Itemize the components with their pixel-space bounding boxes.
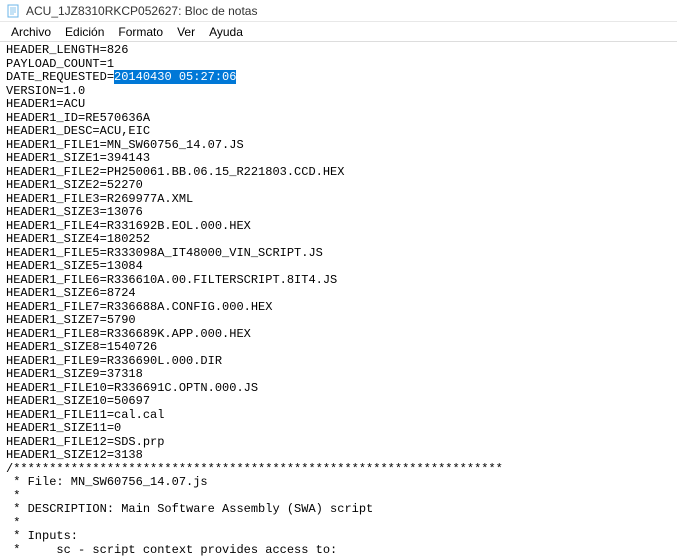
editor-line: HEADER1_SIZE10=50697 <box>6 395 671 409</box>
editor-line: * File: MN_SW60756_14.07.js <box>6 476 671 490</box>
window-title: ACU_1JZ8310RKCP052627: Bloc de notas <box>26 4 257 18</box>
editor-line: HEADER1_FILE4=R331692B.EOL.000.HEX <box>6 220 671 234</box>
editor-line: PAYLOAD_COUNT=1 <box>6 58 671 72</box>
editor-line: * <box>6 490 671 504</box>
menu-formato[interactable]: Formato <box>111 24 170 39</box>
editor-line: DATE_REQUESTED=20140430 05:27:06 <box>6 71 671 85</box>
editor-line: HEADER1_FILE12=SDS.prp <box>6 436 671 450</box>
editor-line: HEADER1_FILE10=R336691C.OPTN.000.JS <box>6 382 671 396</box>
editor-line: HEADER1_SIZE4=180252 <box>6 233 671 247</box>
selected-text: 20140430 05:27:06 <box>114 70 236 84</box>
editor-line: HEADER1_FILE1=MN_SW60756_14.07.JS <box>6 139 671 153</box>
editor-line: HEADER1_FILE3=R269977A.XML <box>6 193 671 207</box>
editor-line: HEADER1_SIZE6=8724 <box>6 287 671 301</box>
editor-line: HEADER1_FILE11=cal.cal <box>6 409 671 423</box>
editor-line: * sc - script context provides access to… <box>6 544 671 558</box>
editor-line: HEADER1_FILE2=PH250061.BB.06.15_R221803.… <box>6 166 671 180</box>
notepad-icon <box>6 4 20 18</box>
menubar: Archivo Edición Formato Ver Ayuda <box>0 22 677 42</box>
editor-line: HEADER1_SIZE8=1540726 <box>6 341 671 355</box>
editor-line: HEADER1_DESC=ACU,EIC <box>6 125 671 139</box>
editor-content[interactable]: HEADER_LENGTH=826PAYLOAD_COUNT=1DATE_REQ… <box>0 42 677 559</box>
editor-line: HEADER1_SIZE12=3138 <box>6 449 671 463</box>
menu-ver[interactable]: Ver <box>170 24 202 39</box>
editor-line: HEADER1_SIZE3=13076 <box>6 206 671 220</box>
editor-line: HEADER1_FILE8=R336689K.APP.000.HEX <box>6 328 671 342</box>
menu-ayuda[interactable]: Ayuda <box>202 24 250 39</box>
editor-line: /***************************************… <box>6 463 671 477</box>
editor-line: HEADER1_FILE6=R336610A.00.FILTERSCRIPT.8… <box>6 274 671 288</box>
menu-edicion[interactable]: Edición <box>58 24 111 39</box>
editor-line: HEADER1_FILE5=R333098A_IT48000_VIN_SCRIP… <box>6 247 671 261</box>
editor-line: HEADER1_SIZE1=394143 <box>6 152 671 166</box>
titlebar: ACU_1JZ8310RKCP052627: Bloc de notas <box>0 0 677 22</box>
editor-line: * <box>6 517 671 531</box>
editor-line: * DESCRIPTION: Main Software Assembly (S… <box>6 503 671 517</box>
editor-line: HEADER1_FILE7=R336688A.CONFIG.000.HEX <box>6 301 671 315</box>
editor-line: HEADER1=ACU <box>6 98 671 112</box>
editor-line: HEADER1_SIZE5=13084 <box>6 260 671 274</box>
editor-line: VERSION=1.0 <box>6 85 671 99</box>
editor-line: * Inputs: <box>6 530 671 544</box>
editor-line: HEADER1_SIZE2=52270 <box>6 179 671 193</box>
editor-line: HEADER_LENGTH=826 <box>6 44 671 58</box>
editor-line: HEADER1_FILE9=R336690L.000.DIR <box>6 355 671 369</box>
editor-line: HEADER1_SIZE11=0 <box>6 422 671 436</box>
editor-line: HEADER1_SIZE9=37318 <box>6 368 671 382</box>
editor-line: HEADER1_SIZE7=5790 <box>6 314 671 328</box>
editor-line: HEADER1_ID=RE570636A <box>6 112 671 126</box>
menu-archivo[interactable]: Archivo <box>4 24 58 39</box>
